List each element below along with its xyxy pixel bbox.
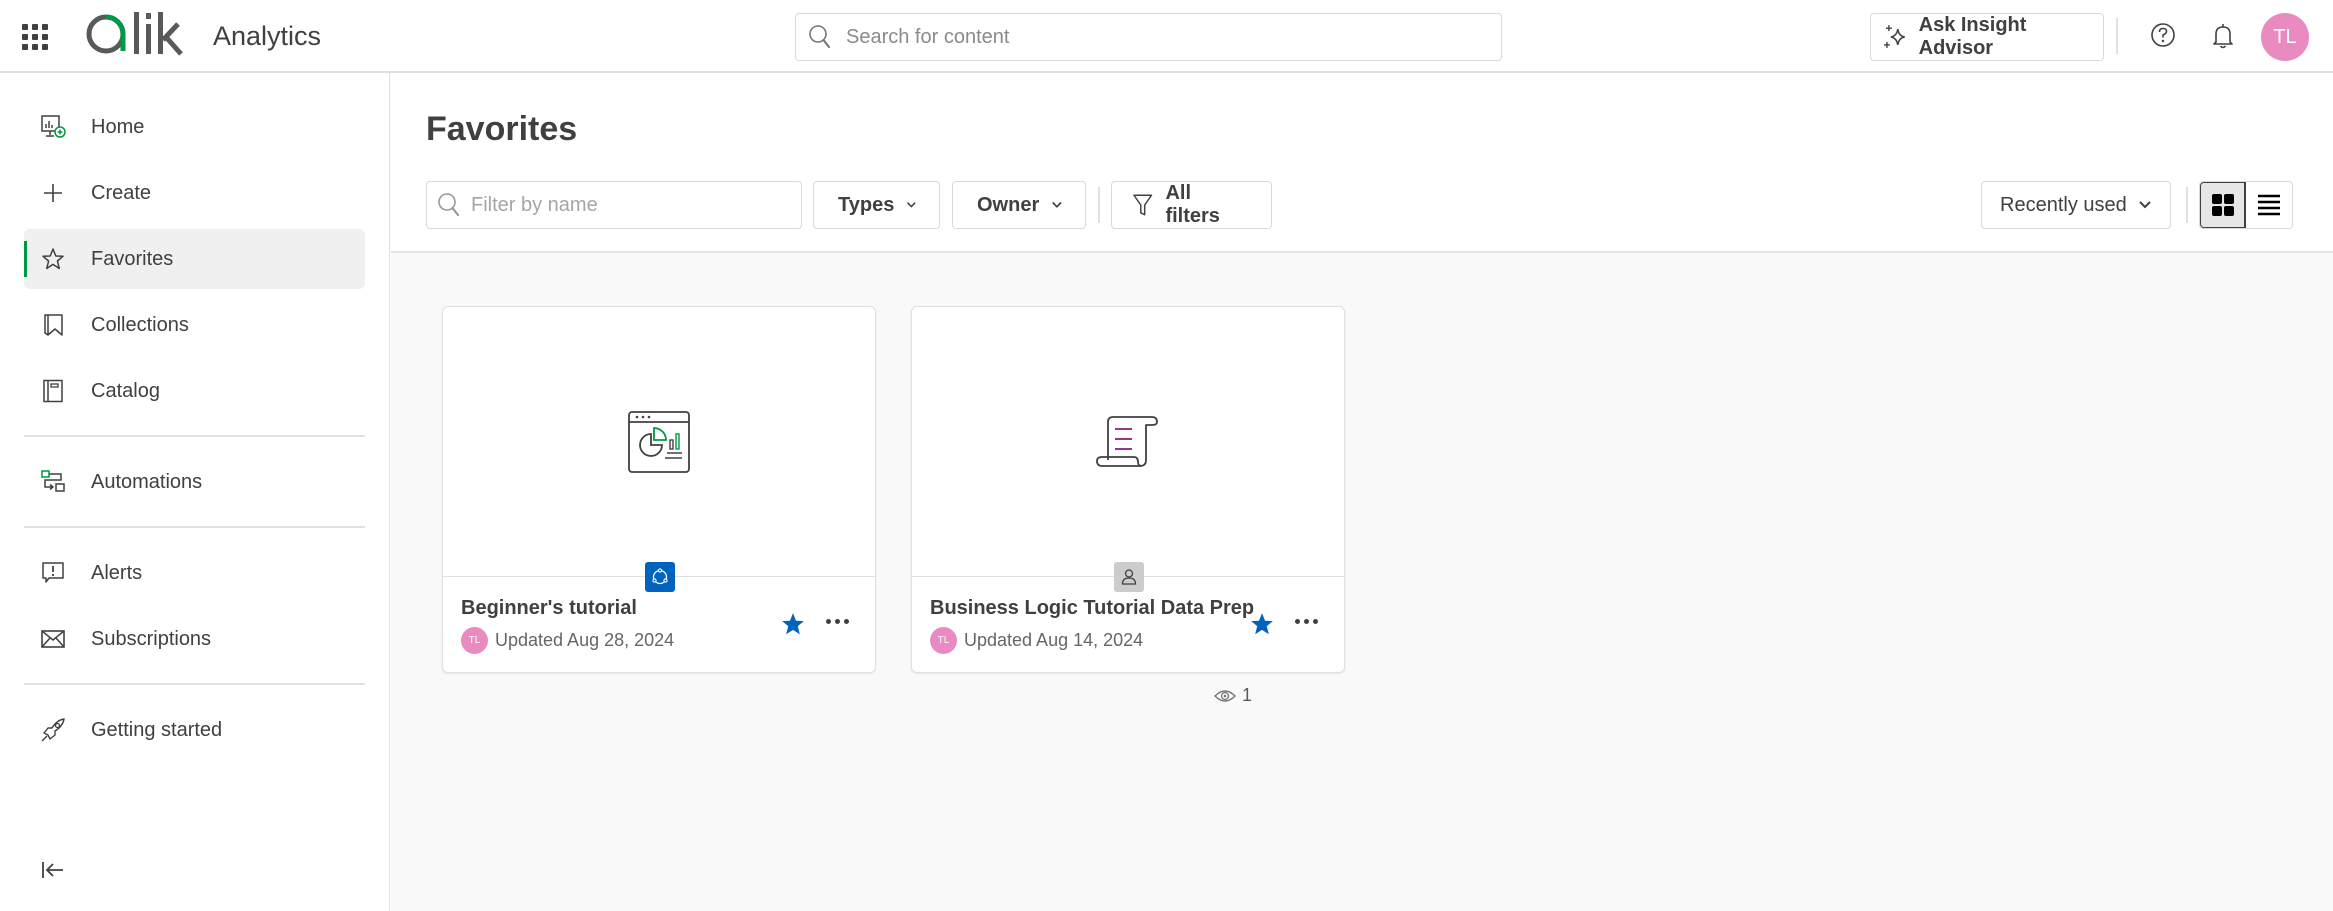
funnel-icon — [1133, 194, 1153, 216]
sidebar: Home Create Favorites Collections Catalo… — [0, 73, 390, 911]
sidebar-item-label: Automations — [91, 470, 203, 493]
script-icon — [1096, 415, 1158, 467]
sidebar-item-label: Catalog — [91, 379, 160, 402]
card-meta: TL Updated Aug 14, 2024 — [930, 627, 1143, 654]
global-search[interactable] — [795, 13, 1502, 61]
view-toggle — [2199, 181, 2293, 229]
page-header: Favorites Types Owner All filters Recent… — [391, 73, 2333, 253]
home-monitor-icon — [40, 114, 66, 140]
sidebar-item-catalog[interactable]: Catalog — [24, 361, 365, 421]
card-updated: Updated Aug 14, 2024 — [964, 630, 1144, 650]
sidebar-item-favorites[interactable]: Favorites — [24, 229, 365, 289]
automation-icon — [40, 469, 66, 495]
favorite-card-business-logic-tutorial[interactable]: Business Logic Tutorial Data Prep TL Upd… — [911, 306, 1345, 673]
ask-insight-advisor-button[interactable]: Ask Insight Advisor — [1870, 13, 2104, 61]
filter-by-name[interactable] — [426, 181, 802, 229]
view-count-value: 1 — [1242, 685, 1253, 705]
rocket-icon — [40, 717, 66, 743]
owner-avatar: TL — [461, 627, 488, 654]
sidebar-divider — [24, 526, 365, 528]
list-view-button[interactable] — [2246, 182, 2292, 228]
search-icon — [438, 193, 460, 217]
sidebar-item-create[interactable]: Create — [24, 163, 365, 223]
sidebar-item-home[interactable]: Home — [24, 97, 365, 157]
page-title: Favorites — [426, 110, 578, 148]
sidebar-item-label: Create — [91, 181, 152, 204]
qlik-logo[interactable] — [84, 10, 186, 62]
sidebar-item-getting-started[interactable]: Getting started — [24, 700, 365, 760]
sidebar-item-automations[interactable]: Automations — [24, 452, 365, 512]
card-thumbnail — [443, 307, 875, 577]
plus-icon — [40, 180, 66, 206]
sparkle-icon — [1883, 25, 1905, 48]
card-title[interactable]: Beginner's tutorial — [461, 597, 637, 620]
sidebar-item-alerts[interactable]: Alerts — [24, 543, 365, 603]
top-bar: Analytics Ask Insight Advisor TL — [0, 0, 2333, 73]
chevron-down-icon — [1052, 201, 1062, 208]
types-label: Types — [838, 193, 895, 216]
collapse-left-icon[interactable] — [40, 859, 66, 886]
sidebar-item-label: Favorites — [91, 247, 174, 270]
filter-by-name-input[interactable] — [471, 193, 791, 217]
card-updated: Updated Aug 28, 2024 — [495, 630, 675, 650]
favorite-star-icon[interactable] — [1249, 611, 1275, 642]
sidebar-divider — [24, 435, 365, 437]
global-search-input[interactable] — [846, 25, 1446, 49]
grid-view-button[interactable] — [2200, 182, 2247, 228]
grid-view-icon — [2211, 194, 2234, 216]
sidebar-item-label: Collections — [91, 313, 189, 336]
user-avatar[interactable]: TL — [2261, 13, 2309, 61]
main-content: Favorites Types Owner All filters Recent… — [391, 73, 2333, 911]
sort-label: Recently used — [2000, 193, 2127, 216]
chevron-down-icon — [2139, 201, 2151, 209]
app-name: Analytics — [213, 21, 322, 51]
divider — [2186, 187, 2188, 223]
divider — [1098, 187, 1100, 223]
star-outline-icon — [40, 246, 66, 272]
sidebar-divider — [24, 683, 365, 685]
bell-icon[interactable] — [2210, 22, 2236, 55]
sidebar-item-label: Home — [91, 115, 145, 138]
favorite-card-beginners-tutorial[interactable]: Beginner's tutorial TL Updated Aug 28, 2… — [442, 306, 876, 673]
owner-avatar: TL — [930, 627, 957, 654]
bookmark-icon — [40, 312, 66, 338]
types-dropdown[interactable]: Types — [813, 181, 940, 229]
search-icon — [809, 25, 831, 49]
alert-icon — [40, 560, 66, 586]
list-view-icon — [2258, 194, 2280, 216]
card-thumbnail — [912, 307, 1344, 577]
more-options-button[interactable] — [1291, 615, 1322, 628]
ask-insight-advisor-label: Ask Insight Advisor — [1918, 14, 2027, 59]
divider — [2116, 18, 2118, 54]
all-filters-button[interactable]: All filters — [1111, 181, 1272, 229]
help-icon[interactable] — [2150, 22, 2176, 53]
catalog-icon — [40, 378, 66, 404]
chevron-down-icon — [907, 202, 917, 208]
card-title[interactable]: Business Logic Tutorial Data Prep — [930, 597, 1254, 620]
sidebar-item-label: Subscriptions — [91, 627, 212, 650]
favorite-star-icon[interactable] — [780, 611, 806, 642]
all-filters-label: All filters — [1165, 182, 1220, 227]
more-options-button[interactable] — [822, 615, 853, 628]
sidebar-item-collections[interactable]: Collections — [24, 295, 365, 355]
card-meta: TL Updated Aug 28, 2024 — [461, 627, 674, 654]
sidebar-item-subscriptions[interactable]: Subscriptions — [24, 609, 365, 669]
view-count: 1 — [1214, 685, 1252, 706]
sidebar-item-label: Getting started — [91, 718, 223, 741]
apps-grid-icon[interactable] — [22, 24, 48, 50]
personal-space-icon — [1114, 562, 1144, 592]
eye-icon — [1214, 689, 1236, 702]
envelope-icon — [40, 626, 66, 652]
shared-space-icon — [645, 562, 675, 592]
sort-dropdown[interactable]: Recently used — [1981, 181, 2171, 229]
owner-label: Owner — [977, 193, 1040, 216]
sidebar-item-label: Alerts — [91, 561, 143, 584]
owner-dropdown[interactable]: Owner — [952, 181, 1086, 229]
app-analytics-icon — [628, 410, 690, 473]
